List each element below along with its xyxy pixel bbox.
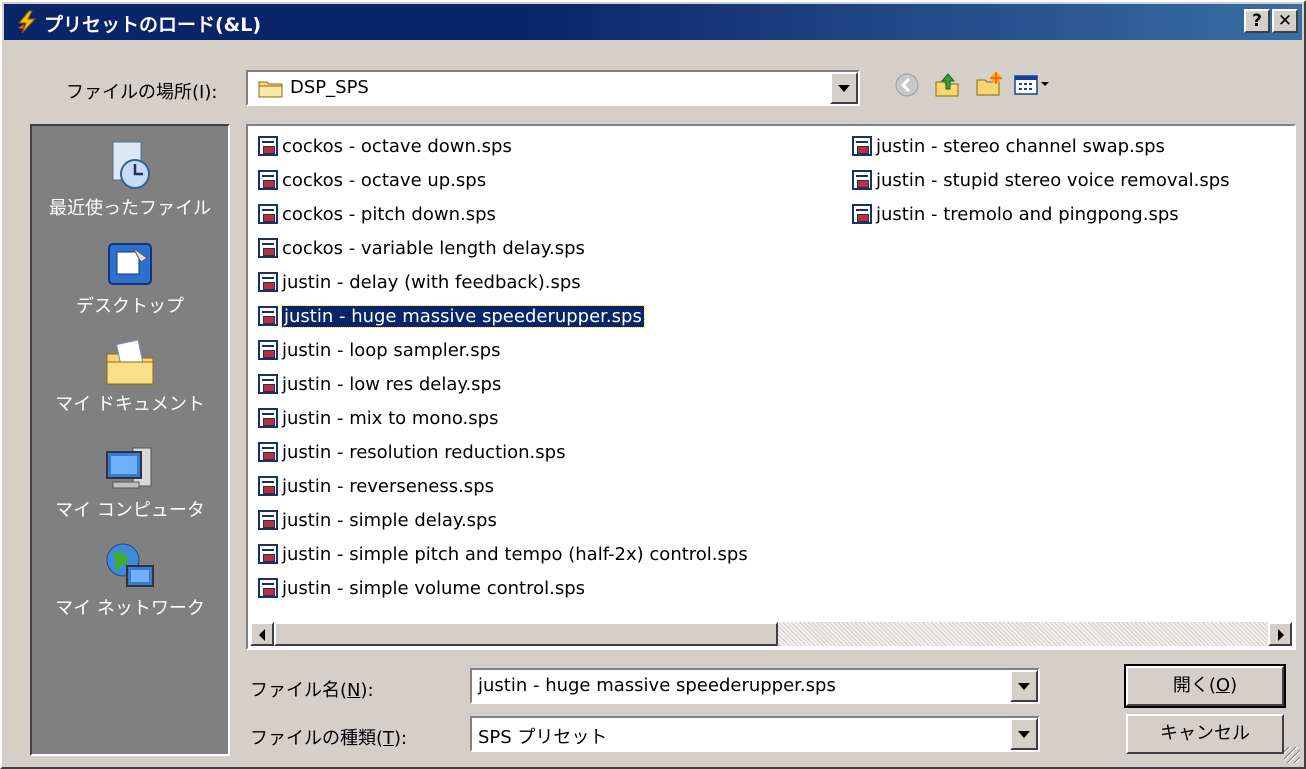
place-my-network[interactable]: マイ ネットワーク bbox=[32, 540, 228, 620]
file-item[interactable]: cockos - variable length delay.sps bbox=[258, 234, 585, 264]
sps-file-icon bbox=[258, 271, 278, 292]
new-folder-icon[interactable] bbox=[974, 70, 1004, 100]
sps-file-icon bbox=[258, 203, 278, 224]
file-item[interactable]: cockos - pitch down.sps bbox=[258, 200, 496, 230]
sps-file-icon bbox=[852, 135, 872, 156]
file-item[interactable]: justin - resolution reduction.sps bbox=[258, 438, 565, 468]
sps-file-icon bbox=[258, 135, 278, 156]
look-in-label: ファイルの場所(I): bbox=[66, 82, 218, 103]
sps-file-icon bbox=[258, 237, 278, 258]
file-item[interactable]: justin - simple volume control.sps bbox=[258, 574, 585, 604]
load-preset-dialog: プリセットのロード(&L) ? ✕ ファイルの場所(I): DSP_SPS 最近… bbox=[0, 0, 1306, 769]
filename-input[interactable]: justin - huge massive speederupper.sps bbox=[478, 675, 836, 696]
place-label: マイ ドキュメント bbox=[55, 394, 205, 415]
back-icon[interactable] bbox=[892, 70, 922, 100]
sps-file-icon bbox=[258, 441, 278, 462]
filetype-dropdown-button[interactable] bbox=[1010, 718, 1038, 750]
folder-icon bbox=[258, 81, 283, 98]
filename-combo[interactable]: justin - huge massive speederupper.sps bbox=[470, 668, 1040, 704]
place-label: マイ ネットワーク bbox=[55, 598, 205, 619]
sps-file-icon bbox=[258, 407, 278, 428]
place-label: デスクトップ bbox=[76, 296, 184, 317]
desktop-icon bbox=[108, 243, 152, 285]
cancel-button[interactable]: キャンセル bbox=[1126, 714, 1284, 754]
arrow-left-icon bbox=[259, 629, 265, 641]
place-recent-files[interactable]: 最近使ったファイル bbox=[32, 140, 228, 220]
my-computer-icon bbox=[106, 447, 152, 489]
file-item[interactable]: justin - simple pitch and tempo (half-2x… bbox=[258, 540, 748, 570]
title-bar[interactable]: プリセットのロード(&L) ? ✕ bbox=[4, 4, 1302, 40]
filetype-label: ファイルの種類(T): bbox=[250, 728, 408, 749]
look-in-dropdown-button[interactable] bbox=[830, 72, 858, 104]
place-desktop[interactable]: デスクトップ bbox=[32, 238, 228, 318]
look-in-value: DSP_SPS bbox=[290, 77, 369, 98]
sps-file-icon bbox=[258, 475, 278, 496]
sps-file-icon bbox=[852, 203, 872, 224]
horizontal-scrollbar[interactable] bbox=[250, 622, 1292, 646]
file-item[interactable]: justin - delay (with feedback).sps bbox=[258, 268, 581, 298]
sps-file-icon bbox=[258, 373, 278, 394]
file-item[interactable]: justin - simple delay.sps bbox=[258, 506, 497, 536]
file-item[interactable]: cockos - octave up.sps bbox=[258, 166, 486, 196]
filetype-value: SPS プリセット bbox=[478, 727, 608, 748]
file-item[interactable]: justin - stereo channel swap.sps bbox=[852, 132, 1165, 162]
open-button[interactable]: 開く(O) bbox=[1124, 664, 1286, 708]
sps-file-icon bbox=[258, 305, 278, 326]
file-item[interactable]: justin - mix to mono.sps bbox=[258, 404, 498, 434]
arrow-right-icon bbox=[1278, 629, 1284, 641]
sps-file-icon bbox=[258, 577, 278, 598]
sps-file-icon bbox=[852, 169, 872, 190]
my-network-icon bbox=[106, 543, 154, 587]
my-documents-icon bbox=[106, 339, 154, 385]
file-item-selected[interactable]: justin - huge massive speederupper.sps bbox=[258, 302, 645, 332]
place-label: マイ コンピュータ bbox=[55, 500, 205, 521]
place-my-computer[interactable]: マイ コンピュータ bbox=[32, 442, 228, 522]
scroll-left-button[interactable] bbox=[250, 622, 274, 646]
window-title: プリセットのロード(&L) bbox=[44, 14, 262, 36]
filetype-combo[interactable]: SPS プリセット bbox=[470, 716, 1040, 752]
close-button[interactable]: ✕ bbox=[1272, 9, 1298, 33]
sps-file-icon bbox=[258, 509, 278, 530]
resize-grip[interactable] bbox=[1284, 747, 1300, 763]
file-item[interactable]: cockos - octave down.sps bbox=[258, 132, 512, 162]
file-item[interactable]: justin - stupid stereo voice removal.sps bbox=[852, 166, 1230, 196]
filename-dropdown-button[interactable] bbox=[1010, 670, 1038, 702]
recent-files-icon bbox=[112, 141, 150, 189]
places-bar: 最近使ったファイル デスクトップ マイ ドキュメント マイ コンピュータ マイ … bbox=[30, 124, 230, 756]
file-item[interactable]: justin - low res delay.sps bbox=[258, 370, 501, 400]
file-list[interactable]: cockos - octave down.sps cockos - octave… bbox=[246, 124, 1296, 650]
help-button[interactable]: ? bbox=[1244, 9, 1270, 33]
sps-file-icon bbox=[258, 169, 278, 190]
file-item[interactable]: justin - reverseness.sps bbox=[258, 472, 494, 502]
place-my-documents[interactable]: マイ ドキュメント bbox=[32, 336, 228, 416]
sps-file-icon bbox=[258, 339, 278, 360]
up-folder-icon[interactable] bbox=[932, 70, 962, 100]
scroll-right-button[interactable] bbox=[1268, 622, 1292, 646]
lightning-app-icon bbox=[17, 10, 37, 34]
filename-label: ファイル名(N): bbox=[250, 680, 374, 701]
sps-file-icon bbox=[258, 543, 278, 564]
file-item[interactable]: justin - loop sampler.sps bbox=[258, 336, 500, 366]
look-in-combo[interactable]: DSP_SPS bbox=[246, 70, 860, 106]
view-menu-icon[interactable] bbox=[1012, 70, 1052, 100]
place-label: 最近使ったファイル bbox=[49, 198, 211, 219]
scroll-thumb[interactable] bbox=[274, 622, 778, 646]
file-item[interactable]: justin - tremolo and pingpong.sps bbox=[852, 200, 1179, 230]
